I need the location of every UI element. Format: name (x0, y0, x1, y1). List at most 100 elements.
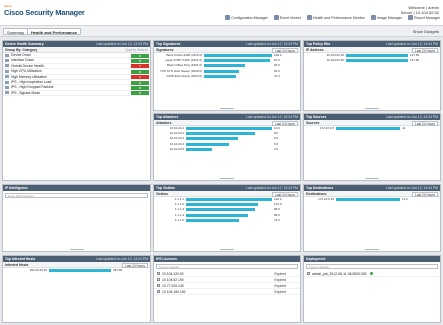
bar-row[interactable]: 1.1.1.5 74.0 (154, 218, 300, 223)
last-updated: Last updated on Jun 12, 13:24 PM (246, 186, 298, 190)
deployment-row[interactable]: admin_job_2012-06-11 06:0825.026 (304, 271, 440, 277)
health-icon (306, 15, 312, 20)
attackers-bars: 10.10.20.1 10.0 10.10.20.2 8.0 10.10.20.3 6.0… (154, 126, 300, 152)
bar-label: 192.20.20.20 (29, 268, 47, 272)
count-badge: 0 (131, 91, 149, 96)
bar[interactable] (204, 59, 270, 63)
report-manager-link[interactable]: Report Manager (408, 15, 440, 20)
bar[interactable] (204, 64, 245, 68)
expand-icon[interactable] (157, 272, 160, 275)
bar[interactable] (186, 142, 229, 146)
bar[interactable] (49, 269, 111, 272)
success-icon (370, 272, 374, 275)
bar[interactable] (186, 132, 255, 136)
top-victims-panel: Top Victims Last updated on Jun 12, 13:24… (153, 184, 301, 252)
resize-handle[interactable] (365, 178, 379, 179)
last-updated: Last updated on Jun 12, 13:24 PM (386, 186, 438, 190)
bar-label: 10.104.52.26 (326, 58, 344, 63)
resize-handle[interactable] (220, 249, 234, 250)
tab-summary[interactable]: Summary (3, 28, 29, 35)
image-manager-link[interactable]: Image Manager (370, 15, 402, 20)
top-signatures-panel: Top Signatures Last updated on Jun 12, 13… (153, 40, 301, 111)
health-list: Device Down 0 Interface Down 0 Overall Dev… (3, 53, 150, 97)
bar-label: ICMP Echo Reply (2000.0) (166, 73, 202, 78)
bar[interactable] (186, 127, 272, 130)
policy-hits-bars: 10.104.52.25 137.50 10.104.52.26 137.50 (304, 53, 440, 63)
bar[interactable] (186, 198, 272, 201)
bar-label: 1.1.1.5 (174, 217, 184, 222)
bar[interactable] (204, 69, 240, 73)
search-field[interactable]: Type to Search (125, 47, 148, 52)
bar-label: 10.10.20.5 (169, 146, 184, 151)
expand-icon[interactable] (157, 290, 160, 293)
deployment-panel: Deployment Type to Search admin_job_2012… (303, 255, 441, 323)
bar-row[interactable]: ICMP Echo Reply (2000.0) 47.0 (154, 74, 300, 79)
bar[interactable] (186, 208, 255, 212)
bar-value: 74.0 (274, 217, 280, 222)
bar-label: 172.16.0.5 (319, 126, 334, 130)
configuration-manager-link[interactable]: Configuration Manager (225, 15, 268, 20)
ip-intelligence-panel: IP Intelligence Enter IPv4 Address (2, 184, 151, 252)
tab-health-performance[interactable]: Health and Performance (27, 28, 82, 35)
bar[interactable] (336, 127, 400, 130)
expand-icon[interactable] (157, 278, 160, 281)
show-gadgets-button[interactable]: Show Gadgets (413, 29, 439, 34)
bar[interactable] (204, 54, 272, 57)
top-sources-panel: Top Sources Last updated on Jun 12, 13:24… (303, 113, 441, 181)
health-icon (5, 64, 9, 68)
bar[interactable] (346, 54, 408, 57)
bar-row[interactable]: 10.10.20.5 3.0 (154, 147, 300, 152)
health-row-ips-bypass[interactable]: IPS - Bypass Mode 0 (3, 91, 150, 97)
bar[interactable] (186, 203, 259, 207)
expand-icon[interactable] (307, 272, 310, 275)
license-search-input[interactable]: Type to Search (156, 264, 298, 269)
signatures-bars: Back Orifice 2000 (3115.0) 100.0 Large ICM… (154, 53, 300, 79)
bar[interactable] (336, 198, 400, 201)
bar[interactable] (186, 218, 240, 222)
resize-handle[interactable] (365, 249, 379, 250)
license-status: Expired (274, 289, 287, 294)
top-destinations-panel: Top Destinations Last updated on Jun 12, … (303, 184, 441, 252)
resize-handle[interactable] (220, 108, 234, 109)
bar-row[interactable]: 192.20.20.20 397.82 (3, 268, 150, 273)
column-header: Infected Hosts (5, 263, 29, 267)
bar-value: 3.0 (274, 146, 279, 151)
column-header: Attackers (156, 121, 172, 125)
infected-hosts-bars: 192.20.20.20 397.82 (3, 268, 150, 273)
health-performance-link[interactable]: Health and Performance Monitor (306, 15, 365, 20)
last-updated: Last updated on Jun 12, 13:24 PM (246, 42, 298, 46)
column-header: Sources (306, 121, 320, 125)
bar[interactable] (204, 74, 236, 78)
victims-bars: 1.1.1.1 120.0 1.1.1.2 101.0 1.1.1.3 96.0 1.1.1… (154, 197, 300, 223)
license-row[interactable]: 10.104.150.152 Expired (154, 289, 300, 295)
bar[interactable] (186, 213, 248, 217)
top-infected-hosts-panel: Top Infected Hosts Last updated on Jun 12… (2, 255, 151, 323)
panel-title: Deployment (306, 257, 326, 261)
destinations-bars: 172.16.0.10 11.0 (304, 197, 440, 202)
ip-address-input[interactable]: Enter IPv4 Address (5, 193, 148, 198)
bar-row[interactable]: 172.16.0.10 11.0 (304, 197, 440, 202)
bar[interactable] (186, 137, 238, 141)
bar[interactable] (346, 59, 408, 63)
top-policy-hits-panel: Top Policy Hits Last updated on Jun 12, 1… (303, 40, 441, 111)
app-title: Cisco Security Manager (4, 8, 85, 17)
column-header: Signatures (156, 48, 174, 52)
bar-value: 11.0 (402, 197, 408, 201)
event-viewer-link[interactable]: Event Viewer (273, 15, 301, 20)
resize-handle[interactable] (69, 249, 84, 250)
column-header: IP Address (306, 48, 324, 52)
bar-value: 41 (402, 126, 406, 130)
resize-handle[interactable] (220, 178, 234, 179)
toolbar: Configuration Manager Event Viewer Healt… (225, 15, 440, 20)
bar-row[interactable]: 10.104.52.26 137.50 (304, 58, 440, 63)
bar[interactable] (186, 147, 212, 151)
bar-row[interactable]: 172.16.0.5 41 (304, 126, 440, 131)
deployment-search-input[interactable]: Type to Search (306, 264, 438, 269)
ips-icon (5, 80, 9, 84)
count-badge: 0 (131, 86, 149, 91)
ips-icon (5, 91, 9, 95)
expand-icon[interactable] (157, 284, 160, 287)
count-badge: 0 (131, 69, 149, 74)
resize-handle[interactable] (365, 108, 379, 109)
memory-icon (5, 75, 9, 79)
